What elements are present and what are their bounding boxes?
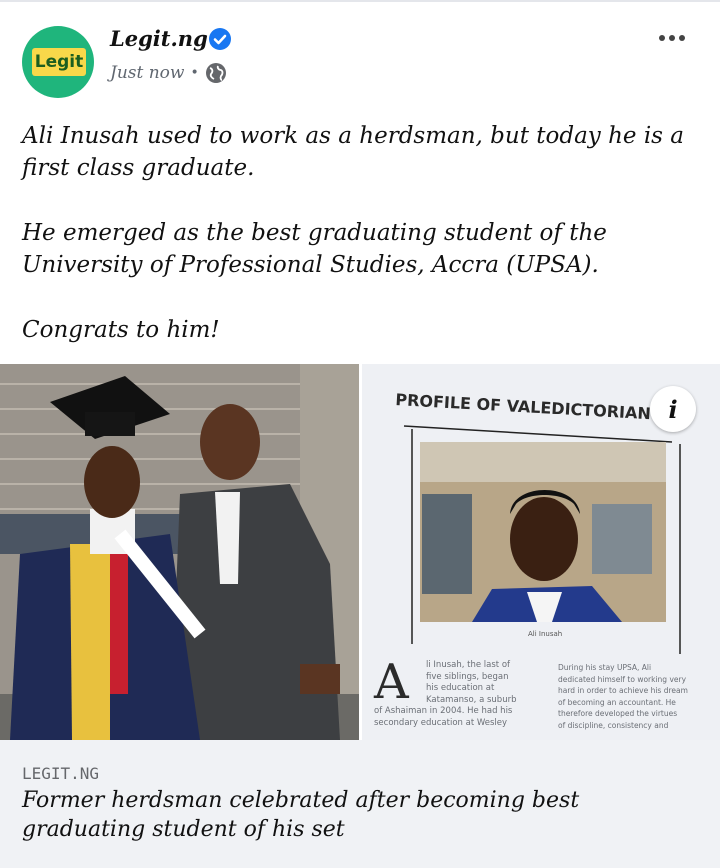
article-line: Katamanso, a suburb	[426, 694, 517, 705]
article-line: dedicated himself to working very	[558, 674, 687, 684]
article-line: li Inusah, the last of	[426, 660, 511, 670]
article-line: of discipline, consistency and	[558, 720, 669, 730]
article-line: five siblings, began	[426, 671, 509, 682]
link-title[interactable]: Former herdsman celebrated after becomin…	[22, 786, 682, 844]
link-domain: LEGIT.NG	[22, 764, 100, 783]
article-line: of becoming an accountant. He	[558, 697, 676, 707]
globe-icon[interactable]	[205, 62, 227, 84]
post-paragraph: Congrats to him!	[22, 317, 220, 343]
more-options-icon[interactable]	[652, 28, 692, 48]
article-line: During his stay UPSA, Ali	[558, 663, 652, 672]
post-images[interactable]: PROFILE OF VALEDICTORIAN Ali Inusah A li…	[0, 364, 720, 740]
avatar-logo-text: Legit	[32, 48, 86, 76]
post-meta: Just now •	[110, 62, 227, 84]
meta-separator: •	[190, 65, 199, 81]
photo-caption: Ali Inusah	[528, 630, 563, 638]
article-column-1: li Inusah, the last of five siblings, be…	[374, 660, 546, 729]
info-icon[interactable]: i	[650, 386, 696, 432]
post-paragraph: Ali Inusah used to work as a herdsman, b…	[22, 123, 685, 181]
post-body: Ali Inusah used to work as a herdsman, b…	[22, 120, 692, 379]
post-paragraph: He emerged as the best graduating studen…	[22, 220, 607, 278]
post-header: Legit Legit.ng Just now •	[0, 0, 720, 110]
page-avatar[interactable]: Legit	[22, 26, 94, 98]
link-preview-card[interactable]: LEGIT.NG Former herdsman celebrated afte…	[0, 740, 720, 868]
article-line: hard in order to achieve his dream	[558, 686, 688, 695]
graduation-photo[interactable]	[0, 364, 359, 740]
article-column-2: During his stay UPSA, Ali dedicated hims…	[558, 662, 708, 731]
post-timestamp[interactable]: Just now	[110, 63, 184, 83]
verified-badge-icon	[209, 28, 231, 50]
page-name-link[interactable]: Legit.ng	[110, 26, 208, 51]
graduation-photo-illustration	[0, 364, 359, 740]
article-line: secondary education at Wesley	[374, 717, 508, 728]
article-line: his education at	[426, 683, 495, 693]
article-line: therefore developed the virtues	[558, 709, 678, 718]
article-line: of Ashaiman in 2004. He had his	[374, 706, 513, 716]
